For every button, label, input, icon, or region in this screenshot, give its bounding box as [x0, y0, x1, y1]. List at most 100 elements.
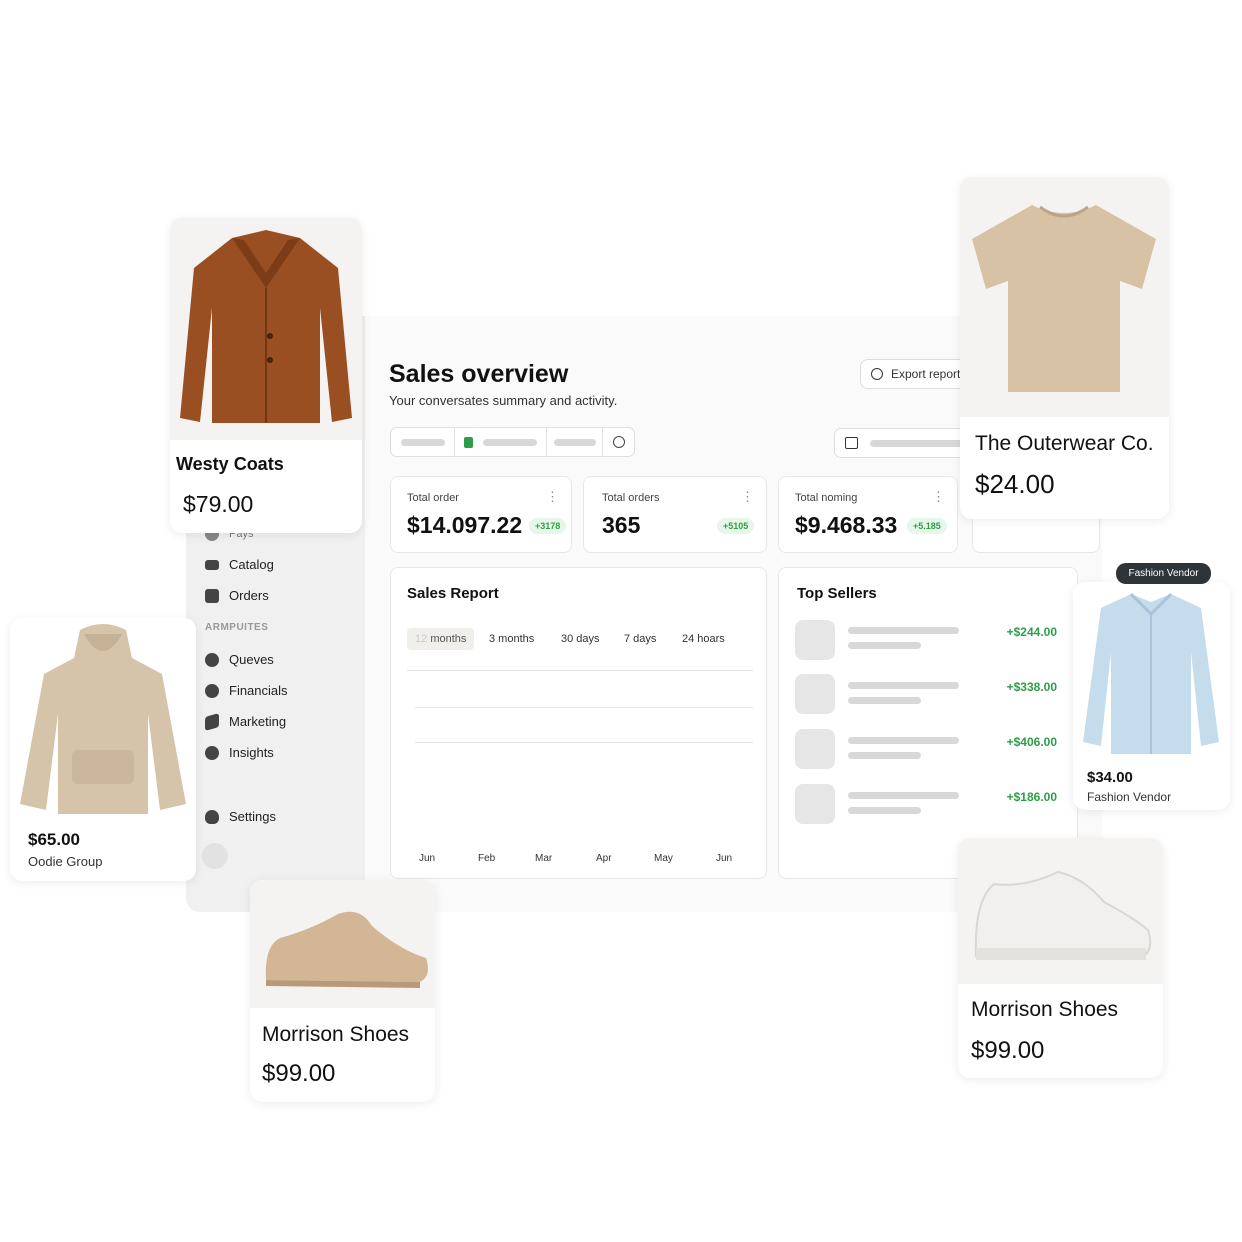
range-tab-3-months[interactable]: 3 months [489, 628, 534, 650]
more-icon[interactable]: ⋮ [546, 489, 559, 505]
avatar[interactable] [202, 843, 228, 869]
more-icon[interactable]: ⋮ [932, 489, 945, 505]
range-prefix: 12 [415, 633, 428, 645]
product-name: Morrison Shoes [262, 1023, 410, 1046]
product-card-oodie-group[interactable]: $65.00 Oodie Group [10, 618, 196, 881]
sidebar-section-label: ARMPUITES [205, 622, 269, 633]
stat-card-total-orders: Total orders ⋮ 365 +5105 [583, 476, 767, 553]
product-price: $65.00 [28, 830, 80, 849]
sidebar-item-insights[interactable]: Insights [205, 745, 274, 760]
product-price: $99.00 [971, 1037, 1045, 1064]
chart-gridline [415, 742, 753, 743]
range-label: months [430, 633, 467, 645]
sidebar-item-label: Queves [229, 652, 274, 667]
sidebar-item-label: Settings [229, 809, 276, 824]
seller-meta-placeholder [848, 752, 921, 759]
product-card-morrison-shoes-suede[interactable]: Morrison Shoes $99.00 [250, 880, 435, 1102]
sidebar-item-label: Insights [229, 745, 274, 760]
product-price: $99.00 [262, 1060, 336, 1087]
seller-name-placeholder [848, 682, 959, 689]
product-card-outerwear-co[interactable]: The Outerwear Co. $24.00 [960, 177, 1169, 519]
month-label: Jun [716, 853, 733, 864]
sidebar-item-label: Catalog [229, 557, 274, 572]
product-card-westy-coats[interactable]: Westy Coats $79.00 [170, 218, 362, 533]
sidebar-item-financials[interactable]: Financials [205, 683, 288, 698]
page-title: Sales overview [389, 360, 569, 388]
product-price: $79.00 [183, 491, 254, 517]
sidebar-item-marketing[interactable]: Marketing [205, 712, 287, 731]
seller-thumbnail[interactable] [795, 620, 835, 660]
calendar-icon [845, 437, 858, 449]
product-card-fashion-vendor[interactable]: $34.00 Fashion Vendor [1073, 582, 1230, 810]
date-picker[interactable] [834, 428, 970, 458]
range-tab-months[interactable]: 12 months [407, 628, 475, 650]
sidebar-item-queves[interactable]: Queves [205, 652, 274, 667]
stat-value: $9.468.33 [795, 512, 898, 538]
seller-thumbnail[interactable] [795, 674, 835, 714]
month-label: Feb [478, 853, 496, 864]
product-image-shirt [1073, 582, 1230, 762]
filter-segment-active[interactable] [455, 428, 548, 456]
range-tab-7-days[interactable]: 7 days [624, 628, 656, 650]
stat-label: Total noming [795, 492, 858, 504]
filter-toolbar[interactable] [390, 427, 635, 457]
seller-thumbnail[interactable] [795, 784, 835, 824]
product-price: $24.00 [975, 469, 1055, 499]
stat-badge: +5.185 [907, 518, 947, 534]
stat-card-total-order: Total order ⋮ $14.097.22 +3178 [390, 476, 572, 553]
month-label: Apr [596, 853, 612, 864]
month-label: May [654, 853, 673, 864]
month-label: Mar [535, 853, 553, 864]
sidebar-item-catalog[interactable]: Catalog [205, 557, 274, 572]
stat-badge: +5105 [717, 518, 755, 534]
more-icon[interactable]: ⋮ [741, 489, 754, 505]
vendor-name: Oodie Group [28, 854, 103, 869]
orders-icon [205, 588, 219, 603]
sidebar-item-label: Orders [229, 588, 269, 603]
stat-card-total-noming: Total noming ⋮ $9.468.33 +5.185 [778, 476, 958, 553]
chart-gridline [407, 670, 753, 671]
sidebar-item-settings[interactable]: Settings [205, 809, 276, 824]
chart-icon [205, 745, 219, 760]
month-label: Jun [419, 853, 436, 864]
product-image-sneaker [958, 838, 1163, 984]
refresh-button[interactable] [603, 428, 634, 456]
export-report-button[interactable]: Export report [860, 359, 970, 389]
product-image-suede-shoe [250, 880, 435, 1008]
sales-report-title: Sales Report [407, 585, 499, 602]
product-name: Morrison Shoes [971, 998, 1119, 1021]
product-image-blazer [170, 218, 362, 440]
coin-icon [205, 683, 219, 698]
filter-segment[interactable] [547, 428, 604, 456]
product-card-morrison-shoes-sneaker[interactable]: Morrison Shoes $99.00 [958, 838, 1163, 1078]
bag-icon [464, 436, 474, 448]
export-label: Export report [891, 367, 961, 381]
sidebar-item-label: Marketing [229, 714, 287, 729]
seller-thumbnail[interactable] [795, 729, 835, 769]
stat-badge: +3178 [529, 518, 567, 534]
vendor-tag: Fashion Vendor [1116, 563, 1211, 584]
top-sellers-panel [778, 567, 1078, 879]
seller-meta-placeholder [848, 697, 921, 704]
sidebar-item-label: Financials [229, 683, 288, 698]
seller-name-placeholder [848, 627, 959, 634]
seller-amount: +$406.00 [1006, 735, 1057, 749]
refresh-icon [612, 436, 625, 448]
product-name: Westy Coats [176, 454, 284, 474]
seller-amount: +$244.00 [1006, 625, 1057, 639]
range-tab-30-days[interactable]: 30 days [561, 628, 600, 650]
top-sellers-title: Top Sellers [797, 585, 877, 602]
page-subtitle: Your conversates summary and activity. [389, 393, 618, 408]
product-image-hoodie [10, 618, 196, 818]
seller-amount: +$186.00 [1006, 790, 1057, 804]
gear-icon [205, 809, 219, 824]
range-tab-24-hoars[interactable]: 24 hoars [682, 628, 725, 650]
filter-segment[interactable] [391, 428, 456, 456]
sales-report-panel [390, 567, 767, 879]
chart-gridline [415, 707, 753, 708]
sidebar-item-orders[interactable]: Orders [205, 588, 269, 603]
seller-name-placeholder [848, 792, 959, 799]
product-name: The Outerwear Co. [975, 432, 1154, 455]
stat-value: 365 [602, 512, 641, 538]
power-icon [871, 368, 883, 380]
